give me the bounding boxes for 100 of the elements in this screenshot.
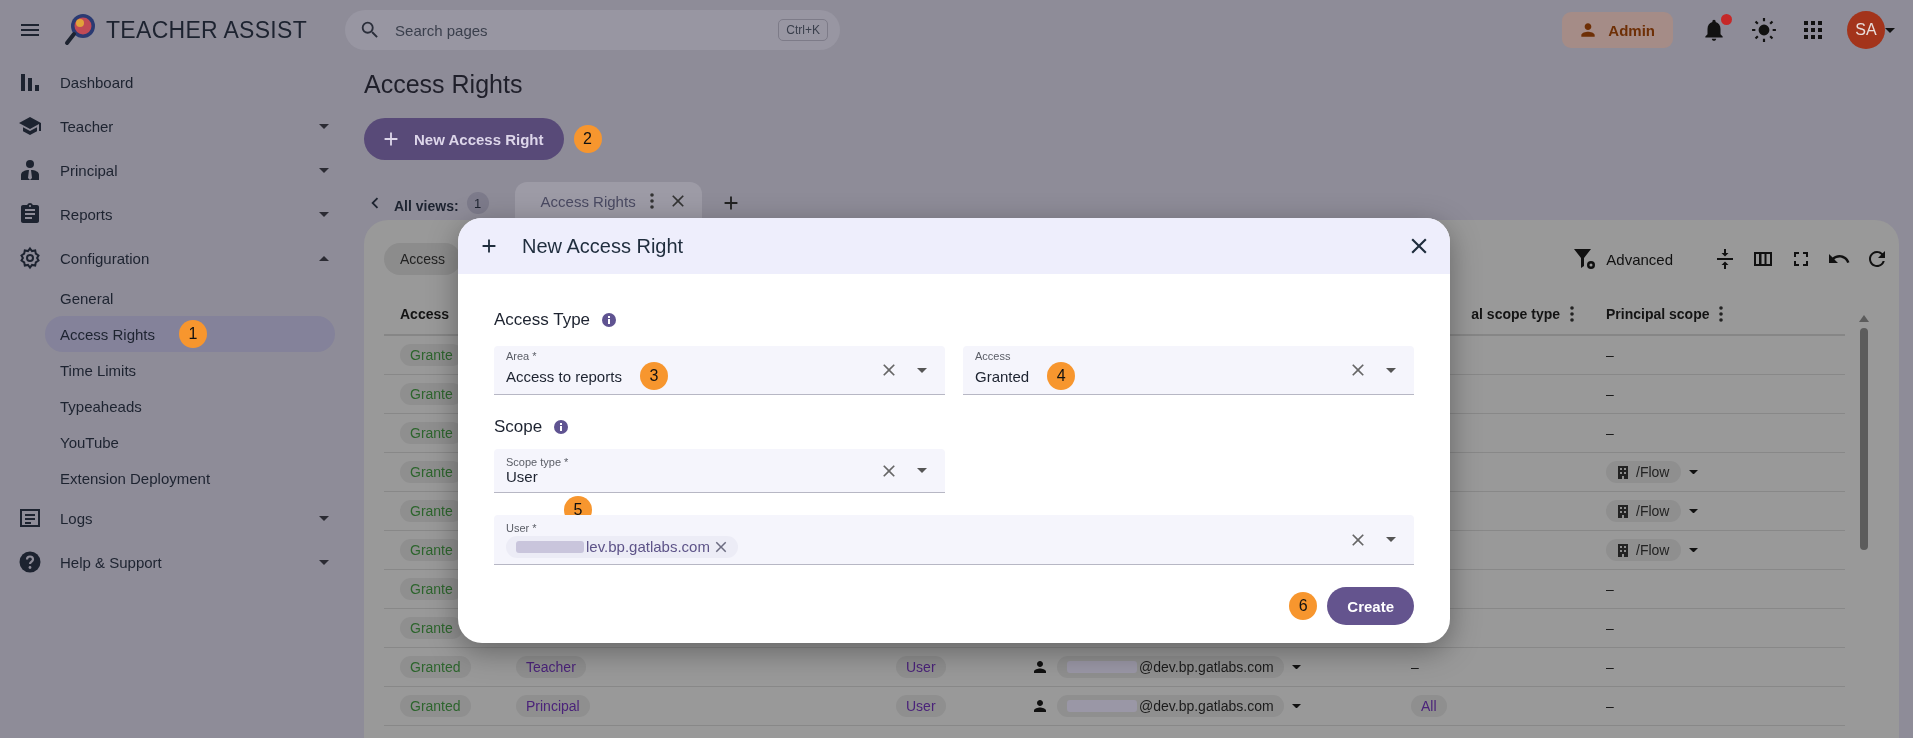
user-avatar[interactable]: SA (1847, 11, 1885, 49)
user-email: @dev.bp.gatlabs.com (1139, 698, 1274, 714)
info-icon[interactable] (554, 420, 569, 434)
sidebar-item[interactable]: Dashboard (0, 60, 340, 104)
empty-value-dash: – (1606, 698, 1614, 714)
caret-icon[interactable] (1689, 508, 1699, 514)
step-number-badge: 6 (1289, 592, 1318, 620)
building-icon (1616, 504, 1630, 518)
sidebar-subitem[interactable]: Extension Deployment (45, 460, 335, 496)
caret-icon[interactable] (1291, 664, 1301, 670)
empty-value-dash: – (1606, 620, 1614, 636)
search-field[interactable]: Search pages Ctrl+K (345, 10, 841, 50)
sidebar-subitem[interactable]: General (45, 280, 335, 316)
new-access-right-button[interactable]: New Access Right (364, 118, 564, 160)
selected-user-chip[interactable]: lev.bp.gatlabs.com (506, 535, 738, 558)
area-tag: Principal (516, 695, 590, 717)
column-header[interactable]: al scope type (1471, 306, 1560, 322)
caret-icon (319, 559, 329, 565)
building-icon (1616, 543, 1630, 557)
select-field[interactable]: Area * Access to reports 3 (494, 346, 945, 395)
role-button[interactable]: Admin (1562, 12, 1673, 48)
advanced-filter-button[interactable]: Advanced (1572, 246, 1673, 272)
step-number-badge: 4 (1047, 362, 1076, 390)
empty-value-dash: – (1606, 659, 1614, 675)
apps-grid-icon[interactable] (1801, 18, 1825, 42)
graduation-cap-icon (18, 114, 42, 138)
empty-value-dash: – (1606, 386, 1614, 402)
org-unit-name: /Flow (1636, 542, 1670, 558)
create-button[interactable]: Create (1327, 587, 1414, 625)
magnifier-globe-logo-icon (64, 12, 98, 48)
column-menu-icon[interactable] (1719, 306, 1724, 322)
sidebar-item[interactable]: Principal (0, 148, 340, 192)
caret-icon[interactable] (917, 367, 927, 373)
sidebar-subitem[interactable]: Typeaheads (45, 388, 335, 424)
view-tab[interactable]: Access Rights (514, 182, 702, 220)
views-label: All views: (394, 198, 459, 214)
app-name: TEACHER ASSIST (106, 16, 308, 44)
search-input[interactable]: Search pages (393, 20, 767, 40)
field-value: User (506, 468, 538, 485)
area-tag: Teacher (516, 656, 586, 678)
redacted-block (516, 540, 584, 553)
caret-icon (319, 515, 329, 521)
step-number-badge: 2 (573, 125, 602, 153)
views-count: 1 (466, 192, 489, 214)
more-icon[interactable] (649, 193, 654, 209)
access-status-tag: Granted (400, 695, 471, 717)
sidebar-item[interactable]: Teacher (0, 104, 340, 148)
org-unit-name: /Flow (1636, 503, 1670, 519)
caret-icon (319, 255, 329, 261)
caret-icon[interactable] (1291, 703, 1301, 709)
sidebar-subitem[interactable]: Access Rights 1 (45, 316, 335, 352)
scope-type-tag: User (896, 656, 946, 678)
person-in-suit-icon (18, 158, 42, 182)
org-unit-name: /Flow (1636, 464, 1670, 480)
scope-type-tag: User (896, 695, 946, 717)
empty-value-dash: – (1606, 581, 1614, 597)
caret-icon[interactable] (1386, 367, 1396, 373)
field-value: Access to reports (506, 367, 622, 385)
building-icon (1616, 465, 1630, 479)
user-select-field[interactable]: User * lev.bp.gatlabs.com (494, 515, 1414, 565)
caret-icon[interactable] (917, 468, 927, 473)
column-menu-icon[interactable] (1570, 306, 1574, 322)
access-status-tag: Granted (400, 656, 471, 678)
scrollbar[interactable] (1859, 315, 1869, 550)
access-status-tag: Grante (400, 617, 463, 639)
step-number-badge: 3 (639, 362, 668, 390)
caret-icon[interactable] (1689, 469, 1699, 475)
sidebar-subitem[interactable]: Time Limits (45, 352, 335, 388)
sidebar-item[interactable]: Logs (0, 496, 340, 540)
field-label: Access (975, 350, 1012, 362)
field-value: Granted (975, 367, 1030, 385)
scope-type-tag: All (1411, 695, 1447, 717)
field-label: User * (506, 521, 538, 534)
person-icon (1031, 697, 1049, 715)
empty-value-dash: – (1606, 347, 1614, 363)
keyboard-shortcut: Ctrl+K (778, 19, 829, 41)
section-heading: Scope (494, 417, 543, 437)
sidebar-subitem[interactable]: YouTube (45, 424, 335, 460)
sidebar-item[interactable]: Reports (0, 192, 340, 236)
user-email: lev.bp.gatlabs.com (586, 538, 710, 555)
info-icon[interactable] (602, 313, 617, 327)
empty-value-dash: – (1411, 659, 1419, 675)
field-label: Area * (506, 350, 538, 362)
sidebar-item[interactable]: Configuration (0, 236, 340, 280)
caret-icon[interactable] (1689, 547, 1699, 553)
caret-icon (319, 123, 329, 129)
caret-icon (319, 167, 329, 173)
caret-icon (319, 211, 329, 217)
step-number-badge: 1 (179, 320, 208, 348)
page-title: Access Rights (364, 70, 524, 100)
sun-icon[interactable] (1751, 17, 1777, 43)
select-field[interactable]: Access Granted 4 (963, 346, 1414, 395)
sidebar-item[interactable]: Help & Support (0, 540, 340, 584)
dialog-title: New Access Right (522, 234, 685, 258)
caret-icon[interactable] (1885, 27, 1895, 33)
empty-value-dash: – (1606, 425, 1614, 441)
column-header[interactable]: Principal scope (1606, 306, 1710, 322)
redacted-block (1067, 661, 1137, 673)
user-email: @dev.bp.gatlabs.com (1139, 659, 1274, 675)
caret-icon[interactable] (1386, 537, 1396, 542)
